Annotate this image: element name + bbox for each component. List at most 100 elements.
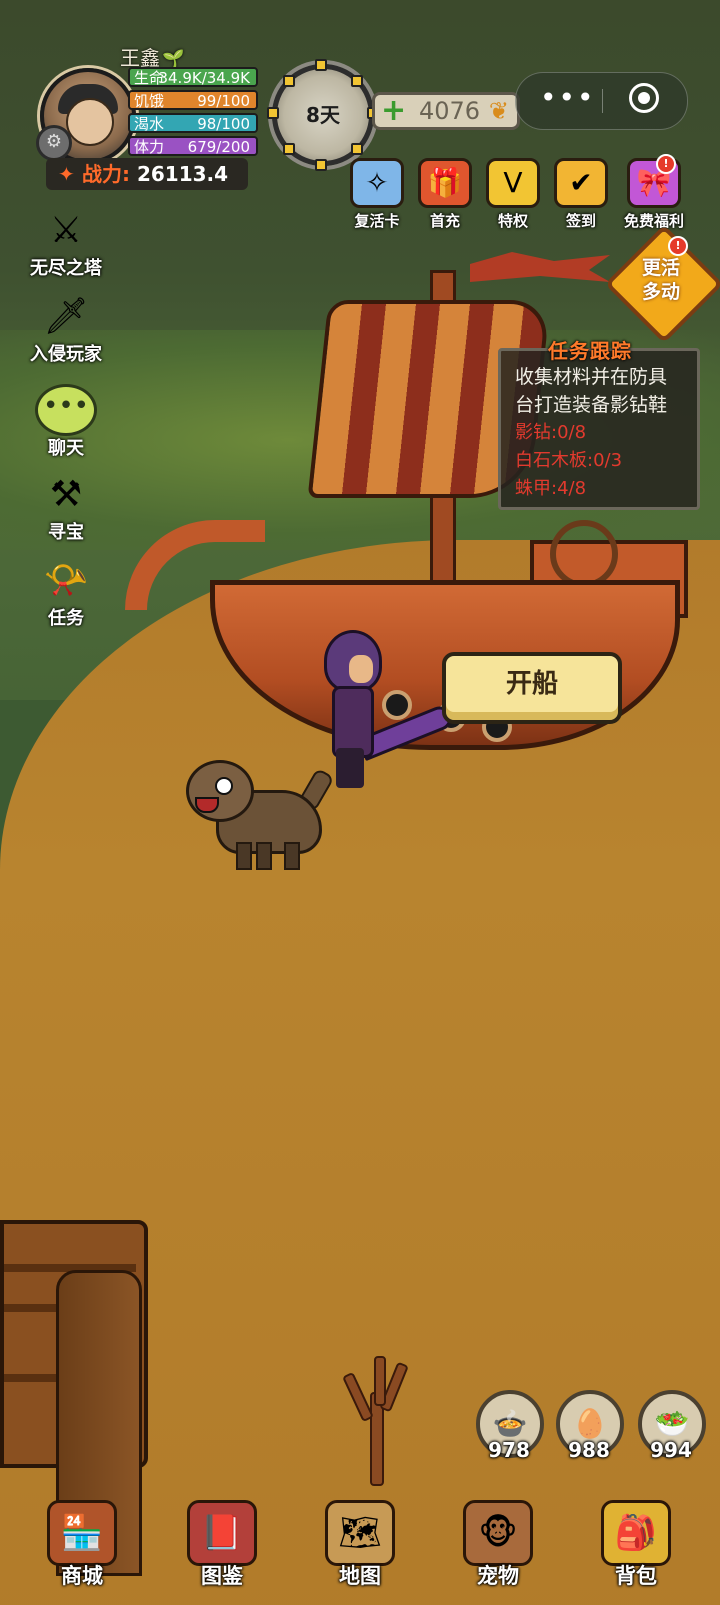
dog-leg	[284, 842, 300, 870]
map-icon: 🗺	[325, 1500, 395, 1566]
quest-requirement: 影钻:0/8	[515, 422, 587, 443]
endless-tower-button[interactable]: ⚔ 无尽之塔	[24, 206, 108, 280]
game-scene[interactable]	[0, 0, 720, 1605]
hunger-label: 饥饿	[134, 92, 165, 110]
sign-in-label: 签到	[565, 212, 596, 230]
nav-backpack[interactable]: 🎒 背包	[586, 1500, 686, 1590]
invade-player-button[interactable]: 🗡 入侵玩家	[24, 292, 108, 366]
thirst-bar: 渴水 98/100	[128, 113, 258, 133]
nav-pets-label: 宠物	[477, 1564, 519, 1588]
life-value: 34.9K/34.9K	[158, 69, 250, 87]
quest-tracker-panel[interactable]: 收集材料并在防具 台打造装备影钻鞋 影钻:0/8 白石木板:0/3 蛛甲:4/8	[498, 348, 700, 510]
nav-collection[interactable]: 📕 图鉴	[172, 1500, 272, 1590]
miniprogram-capsule: •••	[515, 72, 688, 130]
diamond-v-icon: V	[486, 158, 540, 208]
hunger-value: 99/100	[197, 92, 250, 110]
dead-coral[interactable]	[334, 1356, 414, 1486]
tasks-label: 任务	[48, 608, 84, 629]
quest-requirement: 蛛甲:4/8	[515, 478, 587, 499]
avatar-face	[66, 98, 114, 146]
ship-porthole	[382, 690, 412, 720]
invade-player-label: 入侵玩家	[30, 344, 102, 365]
revive-card-label: 复活卡	[354, 212, 400, 230]
treasure-hunt-label: 寻宝	[48, 522, 84, 543]
food-count: 978	[488, 1438, 530, 1462]
hero-legs	[336, 748, 364, 788]
egg-count: 988	[568, 1438, 610, 1462]
power-value: 26113.4	[136, 162, 229, 186]
close-target-icon[interactable]	[629, 83, 659, 113]
stamina-value: 679/200	[187, 138, 250, 156]
feather-icon: ❦	[488, 97, 509, 125]
endless-tower-label: 无尽之塔	[30, 258, 102, 279]
book-icon: 📕	[187, 1500, 257, 1566]
dog-leg	[236, 842, 252, 870]
currency-display[interactable]: + 4076 ❦	[372, 92, 520, 130]
thirst-value: 98/100	[197, 115, 250, 133]
first-recharge-label: 首充	[429, 212, 460, 230]
hunger-bar: 饥饿 99/100	[128, 90, 258, 110]
coral-branch	[374, 1356, 386, 1406]
gift-box-icon: 🎁	[418, 158, 472, 208]
monkey-icon: 🐵	[463, 1500, 533, 1566]
free-benefits-label: 免费福利	[623, 212, 684, 230]
crossed-swords-icon: ⚔	[49, 210, 83, 251]
stamina-label: 体力	[134, 138, 165, 156]
stamina-bar: 体力 679/200	[128, 136, 258, 156]
dial-spike	[315, 59, 327, 71]
nav-collection-label: 图鉴	[201, 1564, 243, 1588]
power-label: 战力:	[82, 162, 130, 186]
quest-tracker-title: 任务跟踪	[548, 339, 632, 363]
nav-backpack-label: 背包	[615, 1564, 657, 1588]
checkmark-cup-icon: ✔	[554, 158, 608, 208]
sign-in-button[interactable]: ✔ 签到	[548, 158, 614, 230]
life-bar: 生命 34.9K/34.9K	[128, 67, 258, 87]
more-activities-text[interactable]: 更活 多动	[626, 256, 696, 304]
revive-card-button[interactable]: ✧ 复活卡	[344, 158, 410, 230]
salad-count: 994	[650, 1438, 692, 1462]
add-currency-icon[interactable]: +	[381, 93, 406, 128]
more-activities-badge: !	[668, 236, 688, 256]
dial-spike	[351, 75, 363, 87]
day-count: 8天	[306, 103, 340, 127]
chat-label: 聊天	[48, 438, 84, 459]
sword-helmet-icon: 🗡	[43, 296, 89, 337]
settings-gear-icon[interactable]: ⚙	[36, 125, 72, 161]
thirst-label: 渴水	[134, 115, 165, 133]
pet-dog[interactable]	[186, 760, 335, 870]
backpack-icon: 🎒	[601, 1500, 671, 1566]
privilege-label: 特权	[497, 212, 528, 230]
nav-map[interactable]: 🗺 地图	[310, 1500, 410, 1590]
consumable-food[interactable]: 🍲 978	[476, 1390, 544, 1462]
consumable-egg[interactable]: 🥚 988	[556, 1390, 624, 1462]
more-activities-line1: 更活	[641, 257, 680, 279]
notification-badge: !	[656, 154, 676, 174]
treasure-hunt-button[interactable]: ⚒ 寻宝	[24, 470, 108, 544]
consumable-salad[interactable]: 🥗 994	[638, 1390, 706, 1462]
angel-wings-icon: ✧	[350, 158, 404, 208]
tasks-button[interactable]: 📯 任务	[24, 556, 108, 630]
nav-shop[interactable]: 🏪 商城	[32, 1500, 132, 1590]
capsule-divider	[602, 89, 603, 113]
ship-wheel	[550, 520, 618, 588]
hero-head	[324, 630, 382, 692]
day-dial[interactable]: 8天	[267, 59, 379, 171]
nav-pets[interactable]: 🐵 宠物	[448, 1500, 548, 1590]
nav-shop-label: 商城	[61, 1564, 103, 1588]
set-sail-button[interactable]: 开船	[442, 652, 622, 724]
treasure-icon: ⚒	[49, 474, 83, 515]
chat-bubble-icon: •••	[35, 384, 97, 436]
more-activities-line2: 多动	[641, 281, 680, 303]
shop-icon: 🏪	[47, 1500, 117, 1566]
first-recharge-button[interactable]: 🎁 首充	[412, 158, 478, 230]
player-character[interactable]	[318, 630, 456, 790]
free-benefits-button[interactable]: 🎀 免费福利 !	[616, 154, 692, 230]
more-options-icon[interactable]: •••	[540, 81, 596, 114]
dog-eye	[215, 777, 233, 795]
privilege-button[interactable]: V 特权	[480, 158, 546, 230]
dog-head	[186, 760, 254, 822]
hero-face	[349, 655, 373, 683]
chat-button[interactable]: ••• 聊天	[24, 384, 108, 460]
quest-desc-line1: 收集材料并在防具	[515, 366, 668, 388]
combat-power: ✦ 战力: 26113.4	[46, 158, 248, 190]
